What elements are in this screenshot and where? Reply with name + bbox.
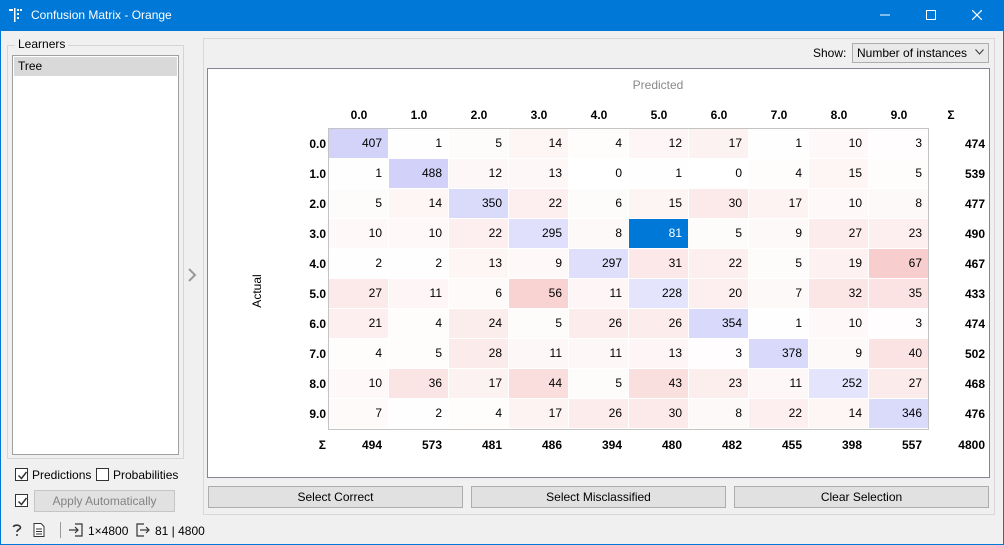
row-sum: 502 [964, 347, 985, 361]
status-bar [0, 519, 1004, 545]
row-sum-header: Σ [947, 108, 955, 122]
column-sum: 482 [721, 438, 742, 452]
actual-class-header: 5.0 [309, 287, 326, 301]
column-sum: 481 [481, 438, 502, 452]
predicted-axis-label: Predicted [632, 78, 684, 92]
chevron-right-icon[interactable] [187, 268, 197, 282]
predicted-class-header: 5.0 [650, 108, 668, 122]
help-icon[interactable] [11, 523, 23, 537]
input-icon [69, 523, 83, 537]
predicted-class-header: 3.0 [530, 108, 548, 122]
close-icon [971, 9, 983, 21]
column-sum: 480 [661, 438, 682, 452]
column-sum: 486 [541, 438, 562, 452]
apply-automatically-checkbox[interactable] [15, 494, 28, 507]
row-sum: 474 [964, 317, 985, 331]
column-sum: 557 [901, 438, 922, 452]
predictions-label[interactable]: Predictions [32, 468, 91, 482]
minimize-button[interactable] [862, 0, 908, 31]
learners-list[interactable]: Tree [12, 55, 179, 455]
probabilities-checkbox[interactable] [96, 468, 109, 481]
column-sum: 394 [601, 438, 622, 452]
status-divider [60, 522, 61, 538]
show-label: Show: [813, 46, 847, 60]
column-sum: 398 [841, 438, 862, 452]
row-sum: 539 [964, 167, 985, 181]
actual-class-header: 4.0 [309, 257, 326, 271]
total-sum: 4800 [958, 438, 985, 452]
select-misclassified-button[interactable]: Select Misclassified [471, 486, 726, 508]
column-sum: 573 [421, 438, 442, 452]
matrix-grid-border [328, 128, 929, 430]
chevron-down-icon [975, 49, 984, 55]
actual-class-header: 9.0 [309, 407, 326, 421]
predicted-class-header: 0.0 [350, 108, 368, 122]
report-icon[interactable] [33, 523, 45, 537]
row-sum: 468 [964, 377, 985, 391]
actual-class-header: 2.0 [309, 197, 326, 211]
predicted-class-header: 1.0 [410, 108, 428, 122]
title-bar: Confusion Matrix - Orange [0, 0, 1004, 31]
predicted-class-header: 8.0 [830, 108, 848, 122]
actual-class-header: 1.0 [309, 167, 326, 181]
output-icon [136, 523, 150, 537]
row-sum: 476 [964, 407, 985, 421]
checkmark-icon [17, 497, 28, 506]
predicted-class-header: 7.0 [770, 108, 788, 122]
window-title: Confusion Matrix - Orange [31, 8, 172, 22]
close-button[interactable] [954, 0, 1000, 31]
learner-item[interactable]: Tree [14, 57, 177, 76]
actual-class-header: 8.0 [309, 377, 326, 391]
actual-class-header: 7.0 [309, 347, 326, 361]
confusion-matrix-icon [9, 8, 22, 22]
learners-title: Learners [15, 37, 69, 51]
select-correct-button[interactable]: Select Correct [208, 486, 463, 508]
apply-automatically-button[interactable]: Apply Automatically [34, 490, 175, 512]
probabilities-label[interactable]: Probabilities [113, 468, 178, 482]
predicted-class-header: 6.0 [710, 108, 728, 122]
predicted-class-header: 2.0 [470, 108, 488, 122]
show-dropdown[interactable]: Number of instances [852, 43, 989, 63]
actual-class-header: 3.0 [309, 227, 326, 241]
row-sum: 474 [964, 137, 985, 151]
actual-class-header: 0.0 [309, 137, 326, 151]
column-sum-header: Σ [318, 438, 326, 452]
clear-selection-button[interactable]: Clear Selection [734, 486, 989, 508]
checkmark-icon [17, 471, 28, 480]
maximize-button[interactable] [908, 0, 954, 31]
maximize-icon [926, 10, 936, 20]
predictions-checkbox[interactable] [15, 468, 28, 481]
row-sum: 477 [964, 197, 985, 211]
row-sum: 467 [964, 257, 985, 271]
output-summary: 81 | 4800 [155, 524, 205, 538]
minimize-icon [880, 14, 890, 16]
predicted-class-header: 4.0 [590, 108, 608, 122]
actual-class-header: 6.0 [309, 317, 326, 331]
row-sum: 433 [964, 287, 985, 301]
predicted-class-header: 9.0 [890, 108, 908, 122]
row-sum: 490 [964, 227, 985, 241]
column-sum: 494 [361, 438, 382, 452]
input-summary: 1×4800 [88, 524, 129, 538]
show-dropdown-value: Number of instances [857, 46, 968, 60]
actual-axis-label: Actual [250, 274, 264, 308]
column-sum: 455 [781, 438, 802, 452]
